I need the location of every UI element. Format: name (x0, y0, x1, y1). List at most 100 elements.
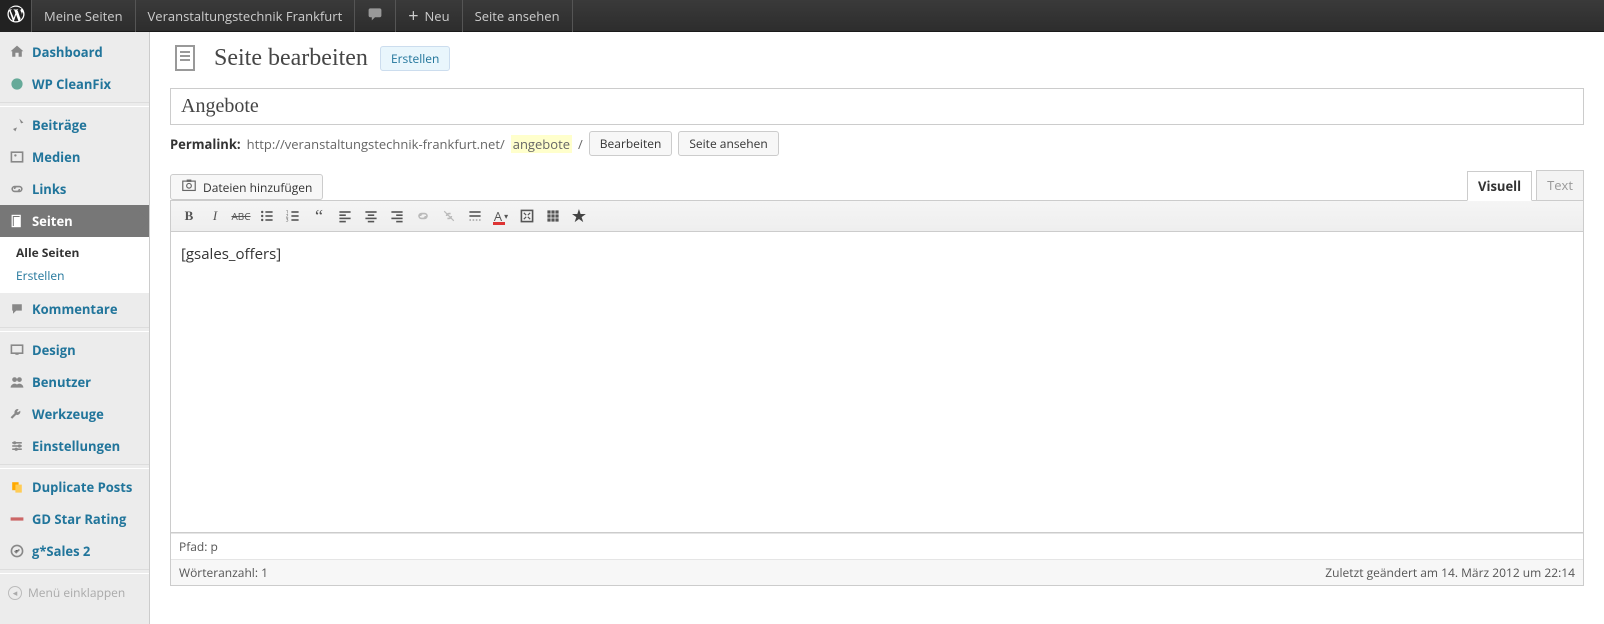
italic-button[interactable]: I (203, 205, 227, 227)
admin-bar-site-name[interactable]: Veranstaltungstechnik Frankfurt (136, 0, 356, 32)
add-media-button[interactable]: Dateien hinzufügen (170, 174, 323, 200)
admin-bar-my-sites[interactable]: Meine Seiten (32, 0, 136, 32)
label: GD Star Rating (32, 510, 126, 528)
align-left-button[interactable] (333, 205, 357, 227)
label: WP CleanFix (32, 75, 111, 93)
add-new-button[interactable]: Erstellen (380, 46, 450, 71)
admin-bar-view-page[interactable]: Seite ansehen (463, 0, 573, 32)
label: Veranstaltungstechnik Frankfurt (148, 7, 343, 25)
post-title-input[interactable] (170, 88, 1584, 125)
menu-cleanfix[interactable]: WP CleanFix (0, 68, 149, 100)
bold-button[interactable]: B (177, 205, 201, 227)
label: Alle Seiten (16, 244, 79, 261)
path-value[interactable]: p (211, 538, 218, 555)
label: Werkzeuge (32, 405, 104, 423)
label: Erstellen (16, 267, 64, 284)
label: Neu (425, 7, 450, 25)
unlink-button[interactable] (437, 205, 461, 227)
tab-text[interactable]: Text (1536, 170, 1584, 200)
star-rating-icon (8, 510, 26, 528)
shield-icon (8, 75, 26, 93)
insert-more-button[interactable] (463, 205, 487, 227)
label: Dateien hinzufügen (203, 179, 312, 196)
wp-logo[interactable] (0, 0, 32, 32)
blockquote-button[interactable]: “ (307, 205, 331, 227)
admin-bar-new[interactable]: + Neu (396, 0, 462, 32)
camera-icon (181, 178, 197, 196)
permalink-view-button[interactable]: Seite ansehen (678, 131, 778, 156)
editor-box: B I ABC 123 “ A▾ ★ [gsales_offers] (170, 200, 1584, 533)
menu-separator (0, 102, 149, 107)
tab-visual[interactable]: Visuell (1467, 171, 1532, 201)
wordcount-value: 1 (261, 564, 268, 581)
path-label: Pfad: (179, 538, 211, 555)
label: Text (1547, 176, 1573, 194)
link-icon (8, 180, 26, 198)
menu-links[interactable]: Links (0, 173, 149, 205)
comment-bubble-icon (367, 6, 383, 26)
users-icon (8, 373, 26, 391)
permalink-row: Permalink: http://veranstaltungstechnik-… (170, 131, 1584, 156)
label: Seiten (32, 212, 73, 230)
submenu-all-pages[interactable]: Alle Seiten (10, 241, 149, 264)
editor-toolbar: B I ABC 123 “ A▾ ★ (171, 201, 1583, 232)
appearance-icon (8, 341, 26, 359)
label: Duplicate Posts (32, 478, 132, 496)
admin-bar-comments[interactable] (355, 0, 396, 32)
menu-separator (0, 569, 149, 574)
label: Menü einklappen (28, 584, 125, 601)
label: Visuell (1478, 177, 1521, 195)
text-color-button[interactable]: A▾ (489, 205, 513, 227)
menu-users[interactable]: Benutzer (0, 366, 149, 398)
menu-pages-submenu: Alle Seiten Erstellen (0, 237, 149, 293)
admin-bar: Meine Seiten Veranstaltungstechnik Frank… (0, 0, 1604, 32)
permalink-edit-button[interactable]: Bearbeiten (589, 131, 673, 156)
main-content: Seite bearbeiten Erstellen Permalink: ht… (150, 32, 1604, 624)
page-header: Seite bearbeiten Erstellen (170, 42, 1584, 74)
submenu-new-page[interactable]: Erstellen (10, 264, 149, 287)
menu-gd-star[interactable]: GD Star Rating (0, 503, 149, 535)
menu-tools[interactable]: Werkzeuge (0, 398, 149, 430)
label: Einstellungen (32, 437, 120, 455)
label: Kommentare (32, 300, 118, 318)
admin-sidebar: Dashboard WP CleanFix Beiträge Medien Li… (0, 32, 150, 624)
collapse-arrow-icon: ◂ (8, 586, 22, 600)
align-center-button[interactable] (359, 205, 383, 227)
fullscreen-button[interactable] (515, 205, 539, 227)
label: Medien (32, 148, 80, 166)
page-icon (8, 212, 26, 230)
bullet-list-button[interactable] (255, 205, 279, 227)
editor-path-row: Pfad: p (171, 533, 1583, 559)
editor-tabs: Visuell Text (1467, 170, 1584, 200)
media-icon (8, 148, 26, 166)
label: Dashboard (32, 43, 103, 61)
menu-separator (0, 464, 149, 469)
label: Links (32, 180, 66, 198)
menu-duplicate-posts[interactable]: Duplicate Posts (0, 471, 149, 503)
kitchen-sink-button[interactable] (541, 205, 565, 227)
menu-dashboard[interactable]: Dashboard (0, 36, 149, 68)
menu-collapse[interactable]: ◂ Menü einklappen (0, 576, 149, 609)
duplicate-icon (8, 478, 26, 496)
wordcount-label: Wörteranzahl: (179, 564, 261, 581)
menu-media[interactable]: Medien (0, 141, 149, 173)
star-button[interactable]: ★ (567, 205, 591, 227)
link-button[interactable] (411, 205, 435, 227)
menu-gsales[interactable]: g*Sales 2 (0, 535, 149, 567)
pin-icon (8, 116, 26, 134)
menu-settings[interactable]: Einstellungen (0, 430, 149, 462)
permalink-slug: angebote (511, 135, 572, 153)
last-edited: Zuletzt geändert am 14. März 2012 um 22:… (1325, 564, 1575, 581)
align-right-button[interactable] (385, 205, 409, 227)
wordpress-icon (7, 5, 25, 27)
permalink-trail: / (578, 135, 583, 153)
menu-pages[interactable]: Seiten (0, 205, 149, 237)
label: Meine Seiten (44, 7, 123, 25)
menu-appearance[interactable]: Design (0, 334, 149, 366)
label: Bearbeiten (600, 135, 662, 152)
menu-posts[interactable]: Beiträge (0, 109, 149, 141)
strikethrough-button[interactable]: ABC (229, 205, 253, 227)
numbered-list-button[interactable]: 123 (281, 205, 305, 227)
editor-body[interactable]: [gsales_offers] (171, 232, 1583, 532)
menu-comments[interactable]: Kommentare (0, 293, 149, 325)
